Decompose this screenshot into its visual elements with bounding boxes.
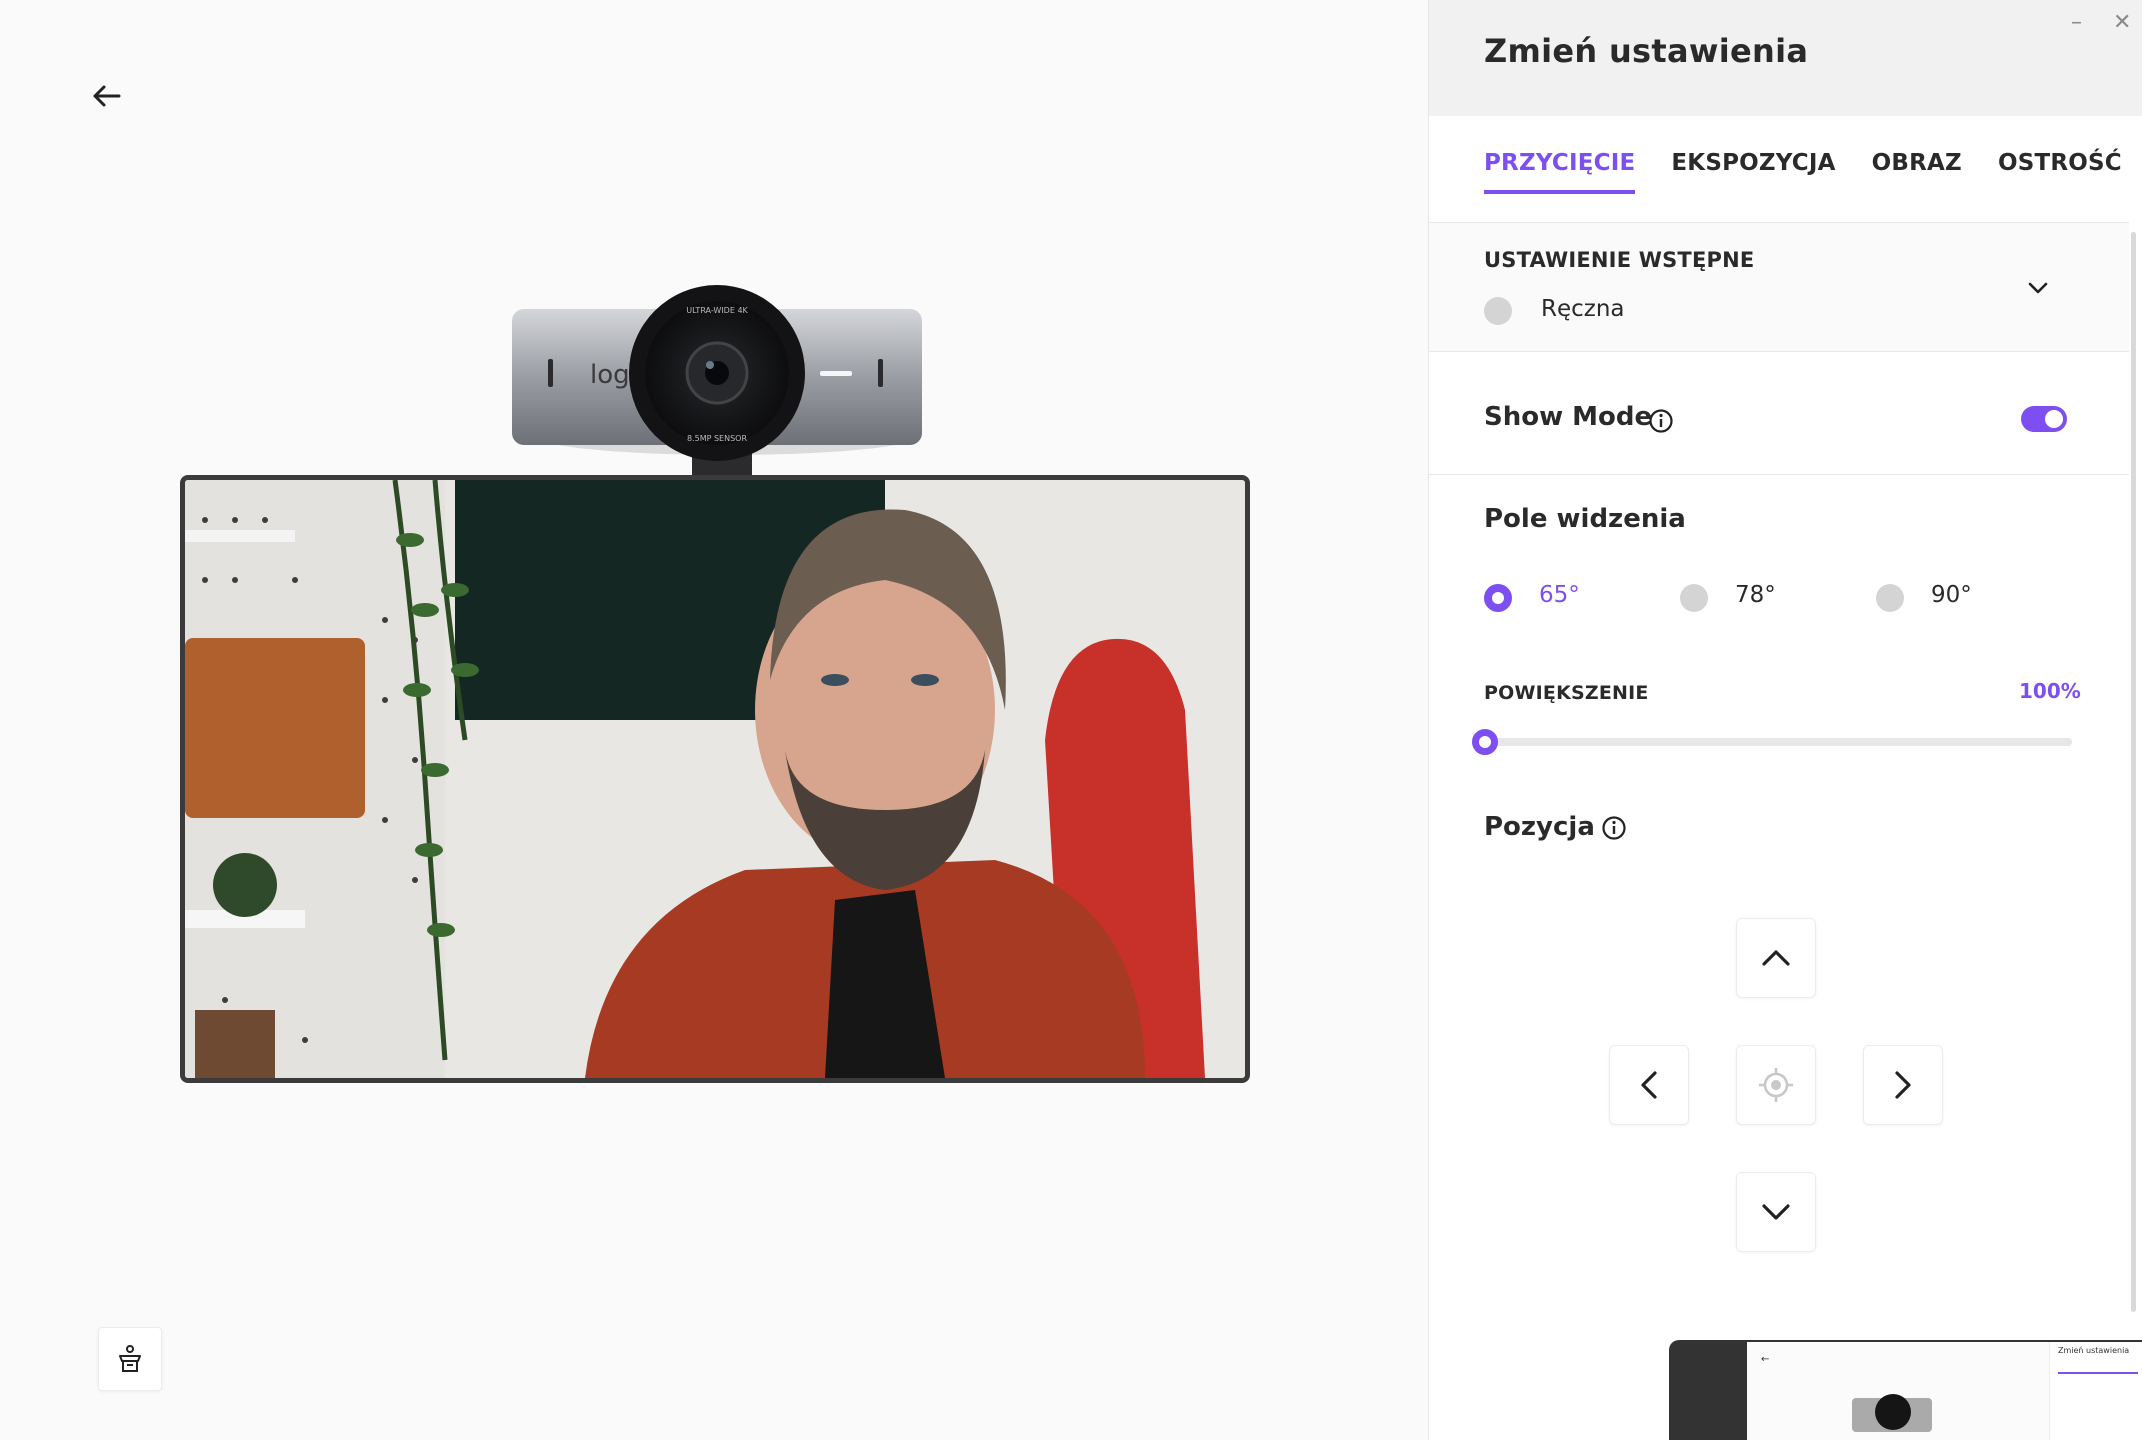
minimize-button[interactable]: –	[2071, 10, 2082, 35]
thumbnail-title: Zmień ustawienia	[2058, 1346, 2130, 1355]
show-mode-divider	[1429, 474, 2129, 475]
show-mode-info-icon[interactable]	[1648, 408, 1674, 434]
fov-option-65[interactable]: 65°	[1539, 582, 1580, 608]
thumbnail-panel: Zmień ustawienia	[2049, 1342, 2142, 1440]
camera-preview	[180, 475, 1250, 1083]
pan-right-button[interactable]	[1863, 1045, 1943, 1125]
fov-label: Pole widzenia	[1484, 504, 1686, 534]
zoom-slider-thumb[interactable]	[1472, 729, 1498, 755]
presenter-mode-button[interactable]	[98, 1327, 162, 1391]
fov-radio-65[interactable]	[1484, 584, 1512, 612]
fov-radio-78[interactable]	[1680, 584, 1708, 612]
fov-option-78[interactable]: 78°	[1735, 582, 1776, 608]
settings-panel: Zmień ustawienia – ✕ PRZYCIĘCIE EKSPOZYC…	[1428, 0, 2142, 1440]
pan-left-button[interactable]	[1609, 1045, 1689, 1125]
lens-label-top: ULTRA-WIDE 4K	[686, 306, 748, 315]
podium-icon	[119, 1345, 141, 1372]
pan-up-button[interactable]	[1736, 918, 1816, 998]
back-button[interactable]	[86, 76, 126, 116]
show-mode-label: Show Mode	[1484, 402, 1653, 432]
camera-feed-image	[185, 480, 1245, 1078]
camera-display: logi ULTRA-WIDE 4K 8.5MP SENSOR	[180, 285, 1250, 1085]
thumbnail-tab-bar	[2058, 1372, 2138, 1374]
panel-header: Zmień ustawienia – ✕	[1429, 0, 2142, 116]
preset-dropdown[interactable]: USTAWIENIE WSTĘPNE Ręczna	[1429, 223, 2129, 351]
chevron-right-icon	[1895, 1071, 1911, 1099]
fov-option-90[interactable]: 90°	[1931, 582, 1972, 608]
tab-image[interactable]: OBRAZ	[1872, 150, 1962, 194]
preset-label: USTAWIENIE WSTĘPNE	[1484, 248, 1755, 272]
pan-down-button[interactable]	[1736, 1172, 1816, 1252]
chevron-left-icon	[1641, 1071, 1657, 1099]
preset-value: Ręczna	[1541, 296, 1625, 322]
tab-exposure[interactable]: EKSPOZYCJA	[1671, 150, 1835, 194]
thumbnail-screen: ← Zmień ustawienia	[1747, 1342, 2142, 1440]
chevron-down-icon	[2028, 282, 2048, 294]
window-thumbnail[interactable]: ← Zmień ustawienia	[1669, 1340, 2142, 1440]
zoom-label: POWIĘKSZENIE	[1484, 682, 1649, 704]
chevron-down-icon	[1762, 1204, 1790, 1220]
position-label: Pozycja	[1484, 812, 1595, 842]
preset-indicator	[1484, 297, 1512, 325]
webcam-illustration: logi ULTRA-WIDE 4K 8.5MP SENSOR	[512, 285, 922, 475]
crosshair-icon	[1759, 1068, 1793, 1102]
thumbnail-lens	[1875, 1394, 1911, 1430]
panel-title: Zmień ustawienia	[1484, 32, 1809, 70]
tab-focus[interactable]: OSTROŚĆ	[1998, 150, 2122, 194]
preset-divider	[1429, 351, 2129, 352]
position-info-icon[interactable]	[1601, 815, 1627, 841]
recenter-button[interactable]	[1736, 1045, 1816, 1125]
close-button[interactable]: ✕	[2113, 10, 2131, 35]
chevron-up-icon	[1762, 950, 1790, 966]
main-area: logi ULTRA-WIDE 4K 8.5MP SENSOR	[0, 0, 1428, 1440]
panel-scrollbar[interactable]	[2131, 232, 2136, 1312]
show-mode-toggle[interactable]	[2021, 406, 2067, 432]
zoom-slider-track[interactable]	[1484, 738, 2072, 746]
thumbnail-back-icon: ←	[1761, 1354, 1770, 1365]
settings-tabs: PRZYCIĘCIE EKSPOZYCJA OBRAZ OSTROŚĆ	[1484, 150, 2122, 194]
fov-radio-90[interactable]	[1876, 584, 1904, 612]
tab-crop[interactable]: PRZYCIĘCIE	[1484, 150, 1636, 194]
arrow-left-icon	[93, 85, 121, 107]
lens-label-bottom: 8.5MP SENSOR	[687, 434, 747, 443]
zoom-value: 100%	[2019, 679, 2081, 703]
